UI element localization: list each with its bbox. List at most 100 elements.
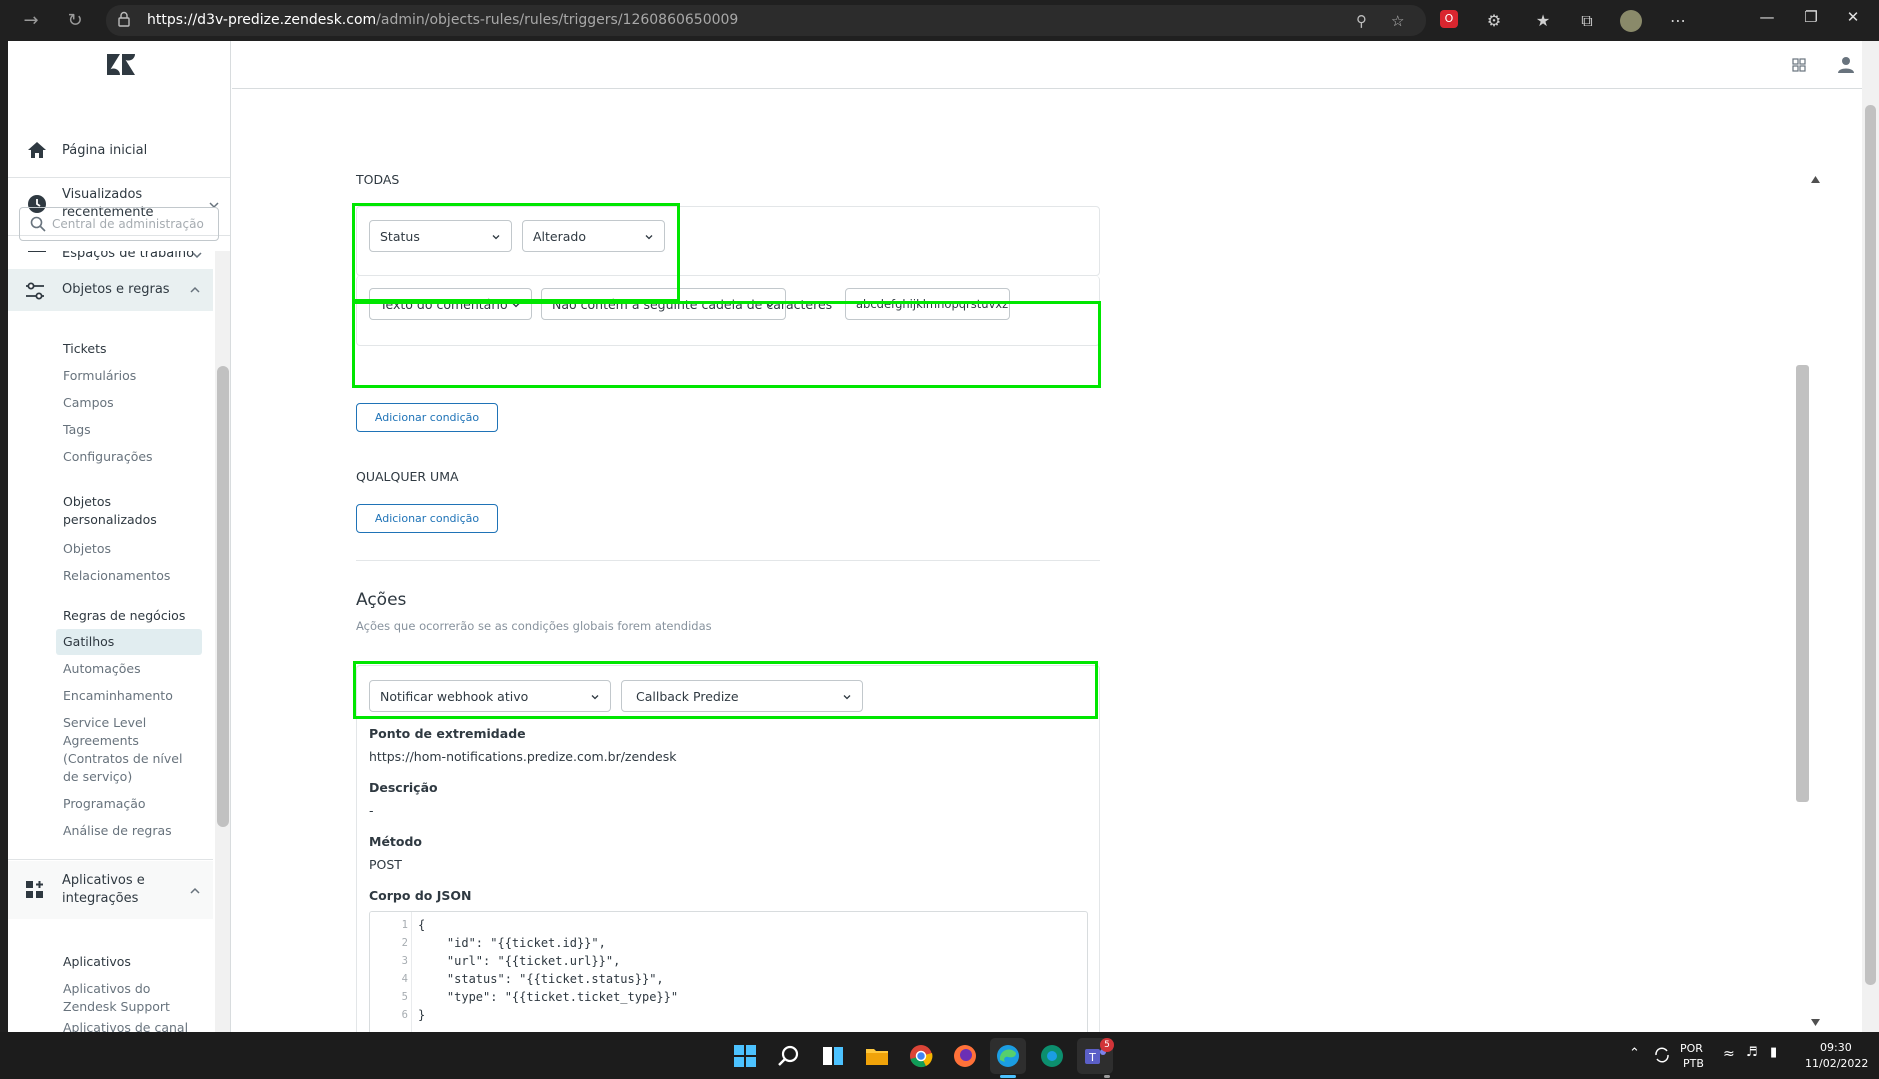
line-number: 4	[401, 973, 408, 985]
teams-notification-badge: 5	[1100, 1038, 1114, 1052]
method-label: Método	[369, 834, 423, 849]
highlight-box	[352, 203, 680, 302]
code-line: {	[418, 918, 426, 932]
svg-text:T: T	[1088, 1051, 1096, 1064]
favorites-icon[interactable]: ★	[1532, 10, 1554, 32]
sidebar-link-fields[interactable]: Campos	[63, 394, 114, 412]
refresh-icon[interactable]: ↻	[62, 8, 88, 34]
zoom-icon[interactable]: ⚲	[1356, 12, 1367, 30]
edge-dev-icon[interactable]	[1038, 1042, 1066, 1070]
chrome-icon[interactable]	[907, 1042, 935, 1070]
task-view-icon[interactable]	[819, 1042, 847, 1070]
chevron-down-icon	[192, 252, 202, 259]
wifi-icon[interactable]: ≈	[1723, 1046, 1735, 1062]
file-explorer-icon[interactable]	[863, 1042, 891, 1070]
language-indicator[interactable]: POR	[1680, 1042, 1703, 1055]
volume-icon[interactable]: ♬	[1746, 1045, 1758, 1060]
scroll-up-icon[interactable]	[1811, 176, 1820, 183]
line-number: 6	[401, 1009, 408, 1021]
sidebar-link-support-apps[interactable]: Aplicativos do Zendesk Support	[63, 980, 183, 1016]
method-value: POST	[369, 857, 402, 872]
lock-icon	[118, 11, 130, 27]
sidebar-link-sla[interactable]: Service Level Agreements (Contratos de n…	[63, 714, 193, 786]
action-card: Notificar webhook ativo Callback Predize…	[356, 665, 1100, 1046]
address-bar[interactable]: https://d3v-predize.zendesk.com/admin/ob…	[106, 5, 1426, 36]
sidebar-link-schedules[interactable]: Programação	[63, 795, 146, 813]
sidebar-group-business-rules: Regras de negócios	[63, 608, 186, 623]
json-body-editor[interactable]: 1 2 3 4 5 6 { "id": "{{ticket.id}}", "ur…	[369, 911, 1088, 1046]
actions-subtitle: Ações que ocorrerão se as condições glob…	[356, 619, 712, 633]
sidebar-group-apps: Aplicativos	[63, 954, 131, 969]
favorite-add-icon[interactable]: ☆	[1391, 12, 1404, 30]
sidebar-item-objects-rules[interactable]: Objetos e regras	[8, 269, 213, 311]
line-number: 3	[401, 955, 408, 967]
restore-icon[interactable]: ❐	[1796, 8, 1826, 26]
add-condition-any-button[interactable]: Adicionar condição	[356, 504, 498, 533]
edge-icon[interactable]	[994, 1042, 1022, 1070]
sidebar-item-home[interactable]: Página inicial	[8, 129, 230, 175]
sidebar-item-workspaces[interactable]: Espaços de trabalho	[8, 251, 230, 265]
sidebar-item-label: Objetos e regras	[62, 282, 170, 297]
sync-icon[interactable]	[1652, 1046, 1672, 1064]
sidebar-link-tags[interactable]: Tags	[63, 421, 91, 439]
any-conditions-label: QUALQUER UMA	[356, 469, 459, 484]
search-taskbar-icon[interactable]	[775, 1042, 803, 1070]
admin-search-input[interactable]: Central de administração	[19, 207, 219, 241]
sidebar-link-channel-apps[interactable]: Aplicativos de canal	[63, 1019, 188, 1032]
apps-icon	[26, 881, 43, 898]
clock-time[interactable]: 09:30	[1820, 1041, 1852, 1054]
code-line: "url": "{{ticket.url}}",	[418, 954, 621, 968]
search-placeholder: Central de administração	[52, 217, 204, 231]
highlight-box	[352, 301, 1101, 388]
section-divider	[356, 560, 1100, 561]
zendesk-admin-app: Página inicial Visualizados recentemente…	[8, 41, 1879, 1046]
workspaces-icon	[28, 251, 46, 252]
sidebar-item-label: Aplicativos e integrações	[62, 873, 145, 906]
user-icon[interactable]	[1838, 56, 1854, 73]
sidebar-scrollbar-thumb[interactable]	[217, 366, 229, 827]
zendesk-logo-icon	[107, 54, 135, 75]
sidebar-group-custom-objects: Objetos personalizados	[63, 494, 157, 527]
window-scrollbar-thumb[interactable]	[1865, 105, 1876, 985]
sidebar-link-triggers[interactable]: Gatilhos	[63, 633, 114, 651]
all-conditions-label: TODAS	[356, 172, 400, 187]
highlight-box	[353, 661, 1098, 719]
battery-icon[interactable]: ▮	[1770, 1045, 1777, 1060]
extension-opera-icon[interactable]: O	[1440, 10, 1458, 28]
search-icon	[30, 216, 46, 232]
collections-icon[interactable]: ⧉	[1576, 10, 1598, 32]
sidebar-item-apps-integrations[interactable]: Aplicativos e integrações	[8, 861, 213, 919]
sidebar-link-routing[interactable]: Encaminhamento	[63, 687, 173, 705]
home-icon	[28, 142, 46, 158]
content-scrollbar[interactable]	[1807, 173, 1824, 1031]
sidebar-link-objects[interactable]: Objetos	[63, 540, 111, 558]
products-grid-icon[interactable]	[1792, 58, 1806, 72]
start-icon[interactable]	[731, 1042, 759, 1070]
scroll-down-icon[interactable]	[1811, 1019, 1820, 1026]
code-line: "id": "{{ticket.id}}",	[418, 936, 606, 950]
firefox-icon[interactable]	[951, 1042, 979, 1070]
objects-rules-icon	[26, 282, 44, 300]
add-condition-all-button[interactable]: Adicionar condição	[356, 403, 498, 432]
url-text: https://d3v-predize.zendesk.com/admin/ob…	[147, 12, 739, 28]
sidebar-link-automations[interactable]: Automações	[63, 660, 141, 678]
sidebar-link-rules-analysis[interactable]: Análise de regras	[63, 822, 172, 840]
chevron-up-icon[interactable]: ⌃	[1629, 1046, 1640, 1061]
sidebar-link-forms[interactable]: Formulários	[63, 367, 136, 385]
extensions-icon[interactable]: ⚙	[1483, 10, 1505, 32]
more-icon[interactable]: ⋯	[1667, 10, 1689, 32]
back-icon[interactable]: →	[18, 8, 44, 34]
sidebar-link-relationships[interactable]: Relacionamentos	[63, 567, 170, 585]
endpoint-value: https://hom-notifications.predize.com.br…	[369, 749, 677, 764]
keyboard-layout-indicator[interactable]: PTB	[1683, 1057, 1704, 1070]
profile-avatar[interactable]	[1620, 10, 1642, 32]
clock-date[interactable]: 11/02/2022	[1805, 1057, 1868, 1070]
close-icon[interactable]: ✕	[1838, 8, 1868, 26]
windows-taskbar: T 5 ⌃ POR PTB ≈ ♬ ▮ 09:30 11/02/2022	[0, 1032, 1879, 1079]
browser-toolbar: → ↻ https://d3v-predize.zendesk.com/admi…	[0, 0, 1879, 41]
divider	[8, 177, 230, 178]
content-scrollbar-thumb[interactable]	[1796, 365, 1809, 802]
description-label: Descrição	[369, 780, 438, 795]
sidebar-link-settings[interactable]: Configurações	[63, 448, 153, 466]
minimize-icon[interactable]: —	[1752, 8, 1782, 26]
